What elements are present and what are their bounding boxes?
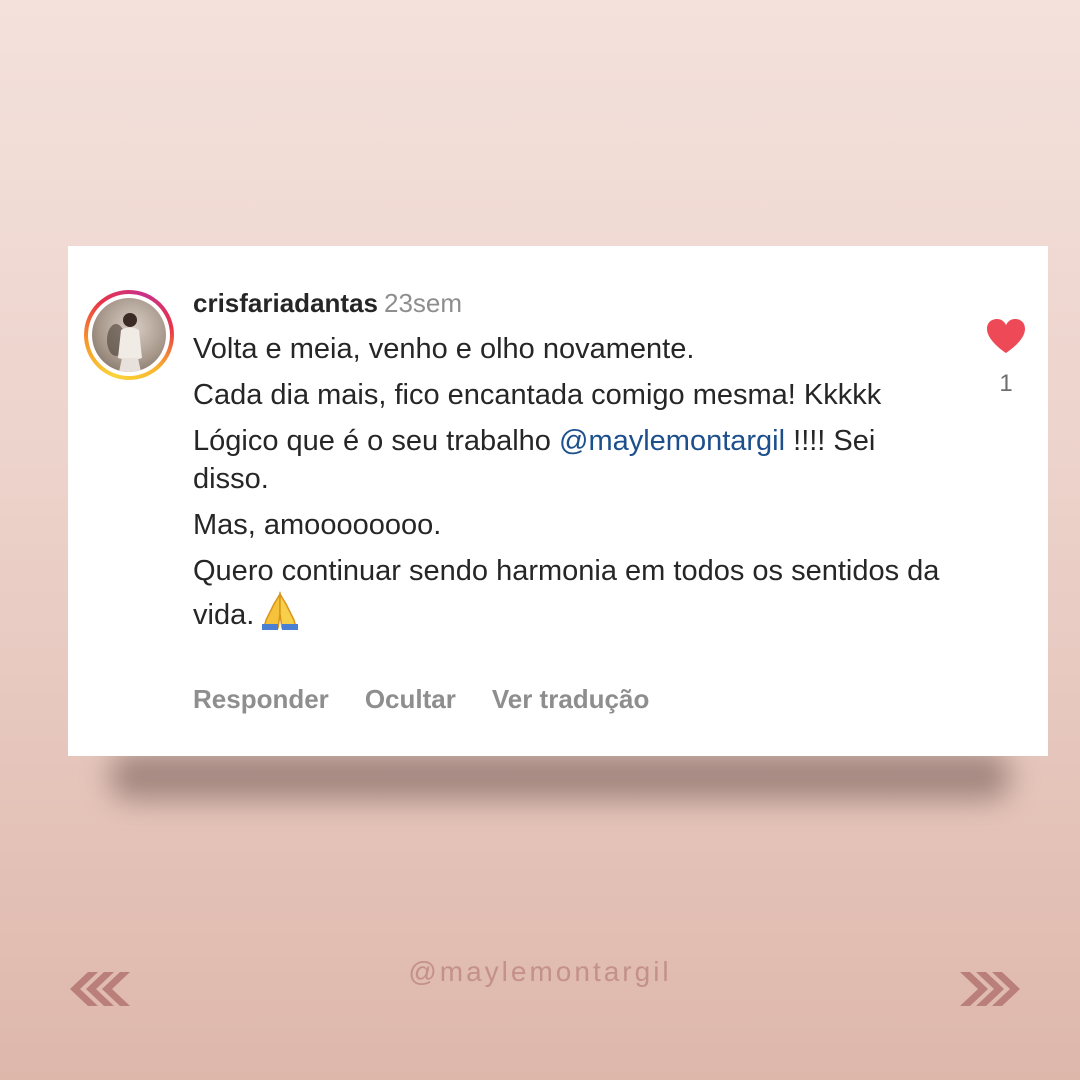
avatar[interactable] xyxy=(84,290,174,380)
like-area: 1 xyxy=(985,318,1027,398)
comment-line: Volta e meia, venho e olho novamente. xyxy=(193,333,695,365)
mention-link[interactable]: @maylemontargil xyxy=(559,425,785,457)
comment-text: Volta e meia, venho e olho novamente. Ca… xyxy=(193,330,953,648)
comment-line-mention: Lógico que é o seu trabalho @maylemontar… xyxy=(193,422,953,498)
comment-line-text: Quero continuar sendo harmonia em todos … xyxy=(193,555,940,631)
username[interactable]: crisfariadantas xyxy=(193,288,378,318)
comment-timestamp: 23sem xyxy=(383,288,463,318)
like-count: 1 xyxy=(999,370,1013,397)
comment-line: Cada dia mais, fico encantada comigo mes… xyxy=(193,379,882,411)
card-shadow xyxy=(110,752,1010,800)
comment-card: crisfariadantas 23sem Volta e meia, venho… xyxy=(68,246,1048,756)
hide-button[interactable]: Ocultar xyxy=(365,684,456,714)
chevrons-right-icon xyxy=(960,972,1020,1006)
reply-button[interactable]: Responder xyxy=(193,684,329,714)
heart-icon[interactable] xyxy=(986,318,1026,354)
comment-line: Mas, amoooooooo. xyxy=(193,509,442,541)
comment-actions: Responder Ocultar Ver tradução xyxy=(193,684,685,715)
avatar-photo xyxy=(92,298,166,372)
comment-header: crisfariadantas 23sem xyxy=(193,286,462,320)
person-photo-icon xyxy=(107,313,142,372)
comment-line-last: Quero continuar sendo harmonia em todos … xyxy=(193,552,953,640)
footer-handle: @maylemontargil xyxy=(408,956,672,987)
comment-line-text: Lógico que é o seu trabalho xyxy=(193,425,559,457)
translate-button[interactable]: Ver tradução xyxy=(492,684,650,714)
folded-hands-icon xyxy=(258,590,302,640)
next-slide-button[interactable] xyxy=(958,970,1022,1013)
